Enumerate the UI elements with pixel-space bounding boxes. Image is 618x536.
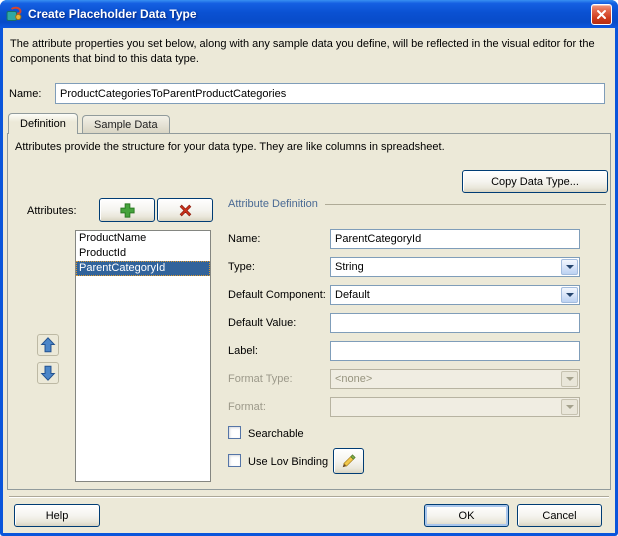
chevron-down-icon [561, 399, 578, 415]
move-up-button[interactable] [37, 334, 59, 356]
list-item[interactable]: ProductId [76, 246, 210, 261]
default-value-label: Default Value: [228, 317, 297, 329]
list-item-selected[interactable]: ParentCategoryId [76, 261, 210, 276]
default-component-value: Default [335, 289, 370, 301]
attribute-list[interactable]: ProductName ProductId ParentCategoryId [75, 230, 211, 482]
default-component-select[interactable]: Default [330, 285, 580, 305]
attr-type-select[interactable]: String [330, 257, 580, 277]
help-button[interactable]: Help [14, 504, 100, 527]
chevron-down-icon [561, 371, 578, 387]
tab-definition[interactable]: Definition [8, 113, 78, 134]
use-lov-binding-checkbox[interactable] [228, 454, 241, 467]
chevron-down-icon [561, 287, 578, 303]
add-attribute-button[interactable] [99, 198, 155, 222]
attr-type-label: Type: [228, 261, 255, 273]
delete-attribute-button[interactable] [157, 198, 213, 222]
move-down-button[interactable] [37, 362, 59, 384]
delete-x-icon [179, 204, 191, 216]
searchable-label: Searchable [248, 428, 304, 440]
tab-sample-data-label: Sample Data [94, 118, 158, 131]
dialog-icon [6, 6, 22, 21]
pencil-icon [342, 454, 356, 468]
attribute-definition-title: Attribute Definition [228, 198, 318, 210]
section-rule [324, 203, 606, 205]
dialog-body: The attribute properties you set below, … [3, 28, 615, 533]
format-type-label: Format Type: [228, 373, 293, 385]
default-component-label: Default Component: [228, 289, 326, 301]
dialog-description: The attribute properties you set below, … [10, 38, 595, 65]
attr-label-input[interactable] [330, 341, 580, 361]
footer-separator [9, 496, 609, 498]
edit-lov-button[interactable] [333, 448, 364, 474]
attr-type-value: String [335, 261, 364, 273]
format-label: Format: [228, 401, 266, 413]
close-button[interactable] [591, 3, 612, 25]
attributes-hint: Attributes provide the structure for you… [15, 141, 445, 153]
default-value-input[interactable] [330, 313, 580, 333]
use-lov-binding-label: Use Lov Binding [248, 456, 329, 468]
format-type-value: <none> [335, 373, 373, 385]
format-type-select: <none> [330, 369, 580, 389]
arrow-up-icon [40, 337, 56, 353]
close-icon [597, 9, 606, 19]
arrow-down-icon [40, 365, 56, 381]
chevron-down-icon [561, 259, 578, 275]
plus-icon [119, 202, 135, 218]
attr-label-label: Label: [228, 345, 258, 357]
attributes-label: Attributes: [27, 205, 77, 217]
dialog-title: Create Placeholder Data Type [28, 7, 197, 21]
format-select [330, 397, 580, 417]
searchable-checkbox[interactable] [228, 426, 241, 439]
copy-data-type-button[interactable]: Copy Data Type... [462, 170, 608, 193]
tab-sample-data[interactable]: Sample Data [82, 115, 170, 133]
titlebar[interactable]: Create Placeholder Data Type [0, 0, 618, 28]
name-label: Name: [9, 88, 42, 100]
attr-name-label: Name: [228, 233, 261, 245]
attribute-definition-header: Attribute Definition [228, 198, 606, 210]
cancel-button[interactable]: Cancel [517, 504, 602, 527]
create-placeholder-data-type-dialog: Create Placeholder Data Type The attribu… [0, 0, 618, 536]
attr-name-input[interactable] [330, 229, 580, 249]
ok-button[interactable]: OK [424, 504, 509, 527]
name-input[interactable] [55, 83, 605, 104]
list-item[interactable]: ProductName [76, 231, 210, 246]
tab-definition-label: Definition [20, 118, 66, 130]
